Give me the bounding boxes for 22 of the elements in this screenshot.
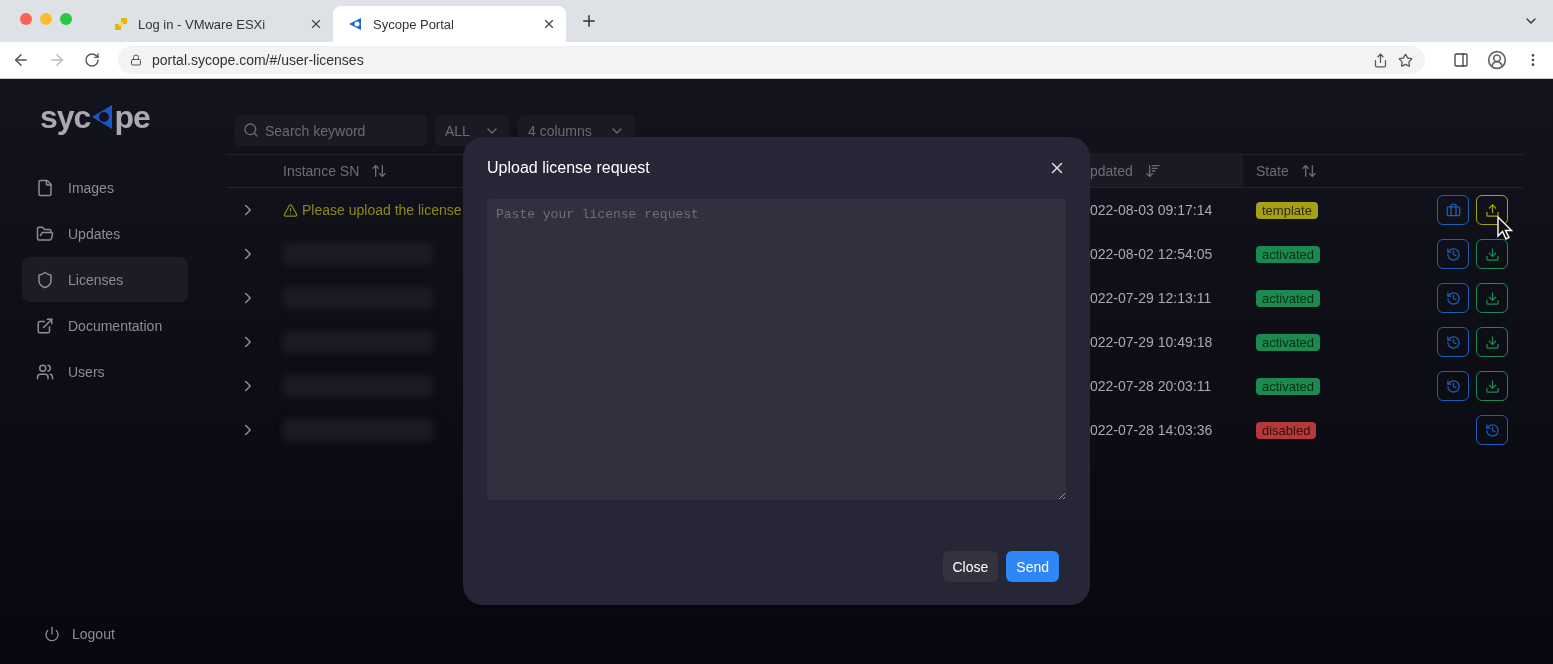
column-label: pdated	[1090, 163, 1133, 179]
state-badge: activated	[1256, 333, 1321, 351]
tab-title: Sycope Portal	[373, 16, 455, 32]
logo-text: pe	[114, 98, 150, 136]
state-badge: activated	[1256, 377, 1321, 395]
state-badge: template	[1256, 201, 1318, 219]
column-label: State	[1256, 163, 1289, 179]
date-cell: 022-07-29 12:13:11	[1090, 290, 1212, 306]
date-cell: 022-07-28 14:03:36	[1090, 422, 1213, 438]
date-cell: 022-07-28 20:03:11	[1090, 378, 1212, 394]
date-cell: 022-08-03 09:17:14	[1090, 202, 1213, 218]
state-badge: activated	[1256, 289, 1321, 307]
dialog-title: Upload license request	[487, 159, 650, 177]
date-cell: 022-07-29 10:49:18	[1090, 334, 1213, 350]
state-badge: activated	[1256, 245, 1321, 263]
state-badge: disabled	[1256, 421, 1317, 439]
url-text: portal.sycope.com/#/user-licenses	[152, 52, 364, 68]
date-cell: 022-08-02 12:54:05	[1090, 246, 1213, 262]
logo-text: syc	[40, 98, 91, 136]
warning-text: Please upload the license	[302, 202, 462, 218]
tab-title: Log in - VMware ESXi	[138, 16, 267, 32]
column-label: Instance SN	[283, 163, 360, 179]
